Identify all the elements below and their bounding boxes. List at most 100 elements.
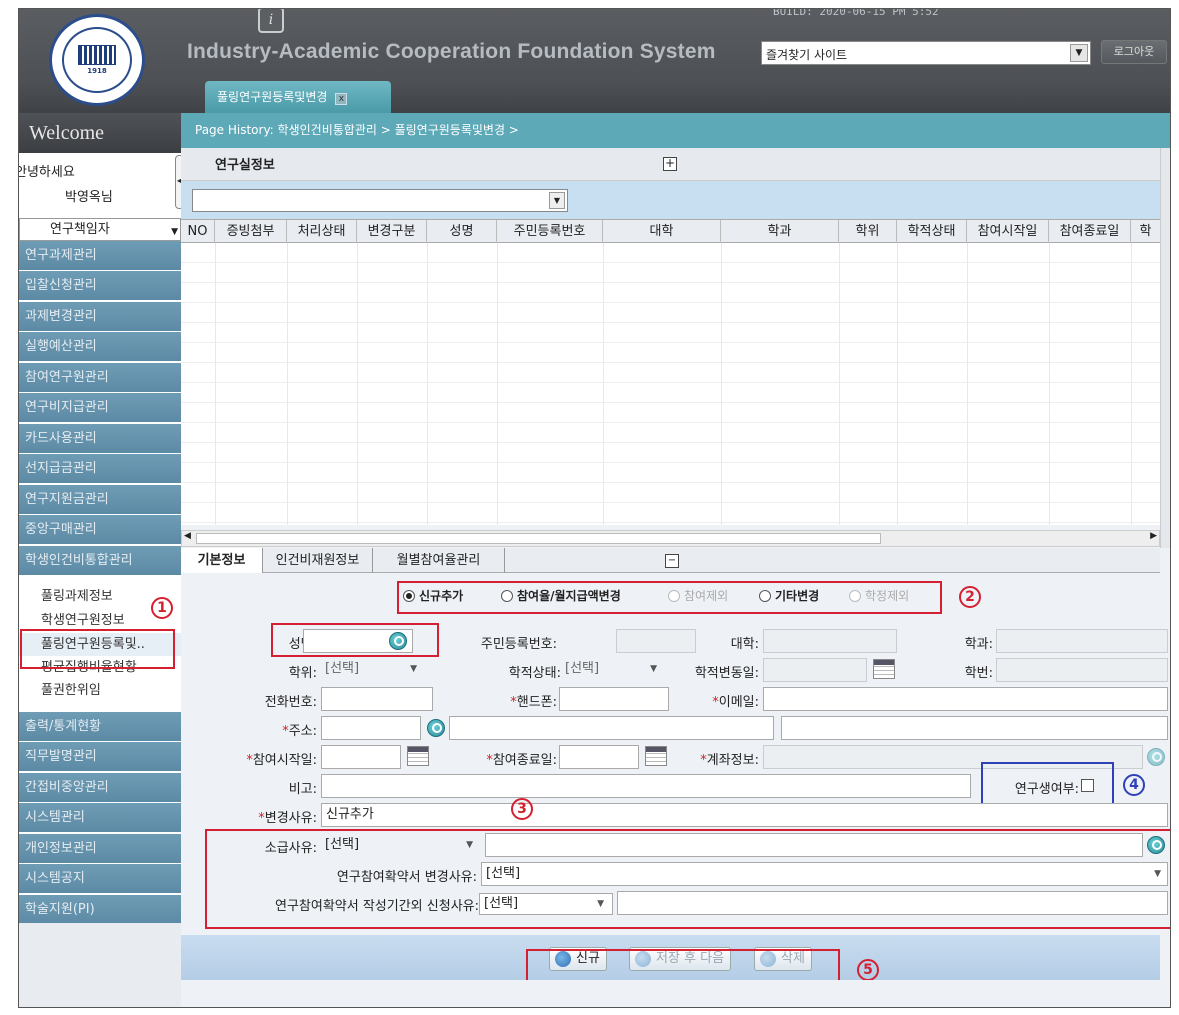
column-header[interactable]: 학 <box>1131 220 1160 243</box>
role-select[interactable]: 연구책임자 ▼ <box>19 218 181 241</box>
sidebar-item-indirect-cost[interactable]: 간접비중앙관리 <box>19 773 181 803</box>
table-row[interactable] <box>181 243 1160 263</box>
favorites-select[interactable]: 즐겨찾기 사이트 ▼ <box>761 41 1091 65</box>
retro-reason-select[interactable]: [선택] ▼ <box>321 835 481 857</box>
sidebar-item-student-labor[interactable]: 학생인건비통합관리 <box>19 546 181 576</box>
student-researcher-checkbox[interactable] <box>1081 779 1094 792</box>
note-input[interactable] <box>321 774 971 798</box>
scroll-right-icon[interactable]: ▶ <box>1150 531 1157 541</box>
highlight-box-name <box>271 623 439 657</box>
retro-reason-input[interactable] <box>485 833 1143 857</box>
grid-body[interactable] <box>181 243 1160 525</box>
column-header[interactable]: 대학 <box>603 220 721 243</box>
column-header[interactable]: 학위 <box>839 220 897 243</box>
table-row[interactable] <box>181 403 1160 423</box>
sidebar-item-privacy[interactable]: 개인정보관리 <box>19 834 181 864</box>
close-icon[interactable]: x <box>335 93 348 105</box>
retro-reason-select-value: [선택] <box>325 837 360 852</box>
sidebar-item-payment[interactable]: 연구비지급관리 <box>19 393 181 423</box>
end-date-input[interactable] <box>559 745 639 769</box>
address-input[interactable] <box>449 716 774 740</box>
expand-icon[interactable]: + <box>663 157 677 171</box>
sidebar-item-central-purchase[interactable]: 중앙구매관리 <box>19 515 181 545</box>
acad-status-select[interactable]: [선택] ▼ <box>561 659 661 681</box>
dept-label: 학과: <box>964 637 993 652</box>
column-header[interactable]: 처리상태 <box>287 220 357 243</box>
mobile-input[interactable] <box>559 687 669 711</box>
table-row[interactable] <box>181 443 1160 463</box>
column-header[interactable]: 증빙첨부 <box>215 220 287 243</box>
phone-input[interactable] <box>321 687 433 711</box>
sidebar-item-prepayment[interactable]: 선지급금관리 <box>19 454 181 484</box>
sidebar-item-stats[interactable]: 출력/통계현황 <box>19 712 181 742</box>
acad-status-select-value: [선택] <box>565 661 600 676</box>
calendar-icon[interactable] <box>645 746 667 766</box>
table-row[interactable] <box>181 423 1160 443</box>
table-row[interactable] <box>181 303 1160 323</box>
table-row[interactable] <box>181 283 1160 303</box>
change-reason-input[interactable]: 신규추가 <box>321 803 1168 827</box>
chevron-down-icon: ▼ <box>597 899 604 909</box>
search-icon[interactable] <box>1147 836 1165 854</box>
tab-pooling-researcher[interactable]: 풀링연구원등록및변경 x <box>205 81 391 113</box>
sidebar-item-budget[interactable]: 실행예산관리 <box>19 332 181 362</box>
agreement-late-label: 연구참여확약서 작성기간외 신청사유: <box>274 899 479 914</box>
column-header[interactable]: 참여종료일 <box>1049 220 1131 243</box>
address-detail-input[interactable] <box>781 716 1168 740</box>
sidebar-item-support-fund[interactable]: 연구지원금관리 <box>19 485 181 515</box>
chevron-down-icon[interactable]: ▼ <box>1070 44 1088 62</box>
scrollbar-thumb[interactable] <box>196 533 881 544</box>
phone-label: 전화번호: <box>264 695 317 710</box>
grid-title: 연구실정보 <box>215 158 275 173</box>
sidebar-item-project[interactable]: 연구과제관리 <box>19 241 181 271</box>
column-header[interactable]: 변경구분 <box>357 220 427 243</box>
search-icon[interactable] <box>427 719 445 737</box>
info-button[interactable]: i <box>258 9 284 33</box>
rrn-label: 주민등록번호: <box>480 637 557 652</box>
collapse-icon[interactable]: − <box>665 554 679 568</box>
sidebar-item-bid[interactable]: 입찰신청관리 <box>19 271 181 301</box>
change-reason-label-text: 변경사유: <box>264 811 317 826</box>
column-header[interactable]: NO <box>181 220 215 243</box>
tab-monthly-participation[interactable]: 월별참여율관리 <box>373 548 505 573</box>
calendar-icon[interactable] <box>407 746 429 766</box>
sidebar-item-academic-support[interactable]: 학술지원(PI) <box>19 895 181 925</box>
column-header[interactable]: 주민등록번호 <box>497 220 603 243</box>
sidebar-item-notice[interactable]: 시스템공지 <box>19 864 181 894</box>
scroll-left-icon[interactable]: ◀ <box>184 531 191 541</box>
table-row[interactable] <box>181 363 1160 383</box>
logout-button[interactable]: 로그아웃 <box>1101 40 1167 64</box>
tab-basic-info[interactable]: 기본정보 <box>181 548 263 573</box>
sidebar-item-participants[interactable]: 참여연구원관리 <box>19 363 181 393</box>
column-header[interactable]: 성명 <box>427 220 497 243</box>
table-row[interactable] <box>181 323 1160 343</box>
chevron-down-icon[interactable]: ▼ <box>549 192 565 209</box>
column-header[interactable]: 참여시작일 <box>967 220 1049 243</box>
agreement-late-select[interactable]: [선택] ▼ <box>479 893 613 915</box>
agreement-late-input[interactable] <box>617 891 1168 915</box>
table-row[interactable] <box>181 343 1160 363</box>
submenu-delegation[interactable]: 풀권한위임 <box>19 679 181 702</box>
vertical-scrollbar[interactable] <box>1160 148 1170 548</box>
calendar-icon[interactable] <box>873 659 895 679</box>
tab-labor-cost-source[interactable]: 인건비재원정보 <box>263 548 373 573</box>
sidebar-item-invention[interactable]: 직무발명관리 <box>19 742 181 772</box>
table-row[interactable] <box>181 483 1160 503</box>
start-date-input[interactable] <box>321 745 401 769</box>
sidebar-item-system[interactable]: 시스템관리 <box>19 803 181 833</box>
table-row[interactable] <box>181 463 1160 483</box>
column-header[interactable]: 학적상태 <box>897 220 967 243</box>
table-row[interactable] <box>181 383 1160 403</box>
horizontal-scrollbar[interactable]: ◀ ▶ <box>181 530 1160 547</box>
table-row[interactable] <box>181 503 1160 523</box>
annotation-2: 2 <box>959 586 981 608</box>
email-input[interactable] <box>763 687 1168 711</box>
lab-filter-select[interactable]: ▼ <box>192 189 568 212</box>
agreement-change-select[interactable]: [선택] ▼ <box>481 862 1168 886</box>
table-row[interactable] <box>181 263 1160 283</box>
degree-select[interactable]: [선택] ▼ <box>321 659 421 681</box>
column-header[interactable]: 학과 <box>721 220 839 243</box>
sidebar-item-card[interactable]: 카드사용관리 <box>19 424 181 454</box>
zipcode-input[interactable] <box>321 716 421 740</box>
sidebar-item-project-change[interactable]: 과제변경관리 <box>19 302 181 332</box>
